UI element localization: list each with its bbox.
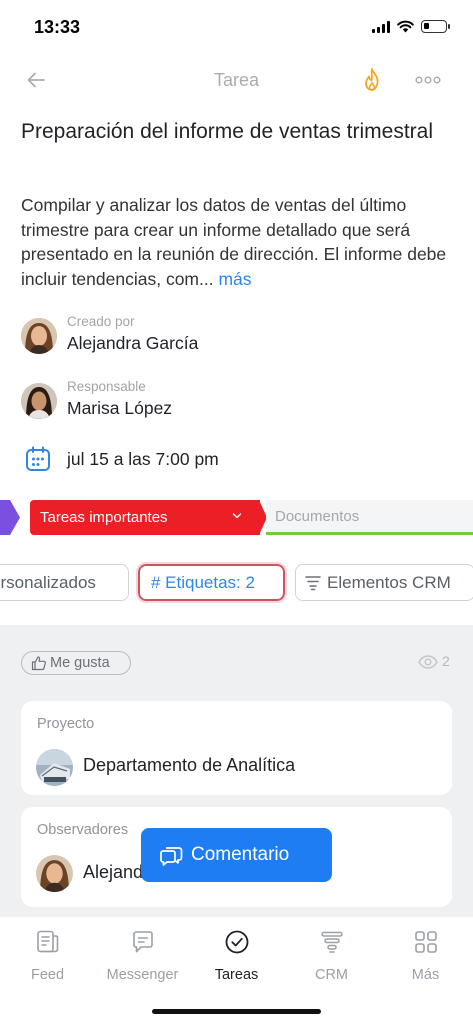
project-card[interactable]: Proyecto Departamento de Analítica [21,701,452,795]
view-count: 2 [442,653,450,669]
status-bar: 13:33 [0,0,473,58]
tab-bar: Feed Messenger Tareas CRM Más [0,917,473,1024]
custom-fields-chip[interactable]: ersonalizados [0,564,129,601]
feed-icon [37,930,59,953]
project-image [36,749,73,786]
page-title: Tarea [213,70,260,90]
avatar [36,855,73,892]
status-icons [372,20,450,33]
more-dots-icon[interactable] [414,68,442,92]
tab-label: Feed [30,967,65,983]
stage-next-label: Documentos [275,508,360,525]
thumbs-up-icon [31,656,46,671]
more-link[interactable]: más [218,269,251,289]
tags-label: # Etiquetas: 2 [151,573,255,592]
tab-tasks[interactable]: Tareas [189,929,284,989]
deadline-row[interactable]: jul 15 a las 7:00 pm [21,444,251,474]
tab-label: Messenger [106,967,179,983]
custom-fields-label: ersonalizados [0,573,96,592]
like-button[interactable]: Me gusta [21,651,131,675]
created-by-name: Alejandra García [67,333,199,353]
battery-icon [421,20,450,33]
stage-next[interactable]: Documentos [266,500,473,535]
tab-label: Más [411,967,440,983]
home-indicator [152,1009,321,1014]
crm-elements-label: Elementos CRM [327,573,451,592]
responsible-row[interactable]: Responsable Marisa López [21,379,241,423]
crm-filter-icon [321,931,343,953]
status-time: 13:33 [34,17,81,37]
tab-label: CRM [314,967,349,983]
observers-label: Observadores [37,822,129,838]
wifi-icon [397,20,414,33]
crm-filter-icon [305,576,321,591]
header: Tarea [0,60,473,100]
messenger-icon [133,931,153,953]
comment-label: Comentario [191,844,290,865]
created-by-row[interactable]: Creado por Alejandra García [21,314,241,358]
calendar-icon [26,446,50,471]
comment-icon [160,847,183,866]
project-name: Departamento de Analítica [83,755,296,775]
tasks-check-icon [225,930,249,954]
like-label: Me gusta [50,655,110,671]
tags-chip[interactable]: # Etiquetas: 2 [136,562,287,603]
tab-label: Tareas [214,967,259,983]
stage-previous[interactable] [0,500,20,535]
task-title: Preparación del informe de ventas trimes… [21,120,434,143]
project-label: Proyecto [37,716,95,732]
deadline-text: jul 15 a las 7:00 pm [67,449,219,469]
fire-icon[interactable] [360,67,384,93]
crm-elements-chip[interactable]: Elementos CRM [295,564,473,601]
stage-current[interactable]: Tareas importantes [30,500,260,535]
grid-more-icon [415,931,437,953]
signal-icon [372,20,390,33]
comment-button[interactable]: Comentario [141,828,332,882]
tab-messenger[interactable]: Messenger [95,929,190,989]
responsible-name: Marisa López [67,398,173,418]
created-by-label: Creado por [67,314,135,329]
avatar [21,318,57,354]
chevron-down-icon [232,513,242,519]
responsible-label: Responsable [67,379,146,394]
eye-icon [418,655,438,669]
tab-more[interactable]: Más [378,929,473,989]
tab-feed[interactable]: Feed [0,929,95,989]
avatar [21,383,57,419]
stage-current-label: Tareas importantes [40,509,168,526]
tab-crm[interactable]: CRM [284,929,379,989]
task-description: Compilar y analizar los datos de ventas … [21,193,456,291]
